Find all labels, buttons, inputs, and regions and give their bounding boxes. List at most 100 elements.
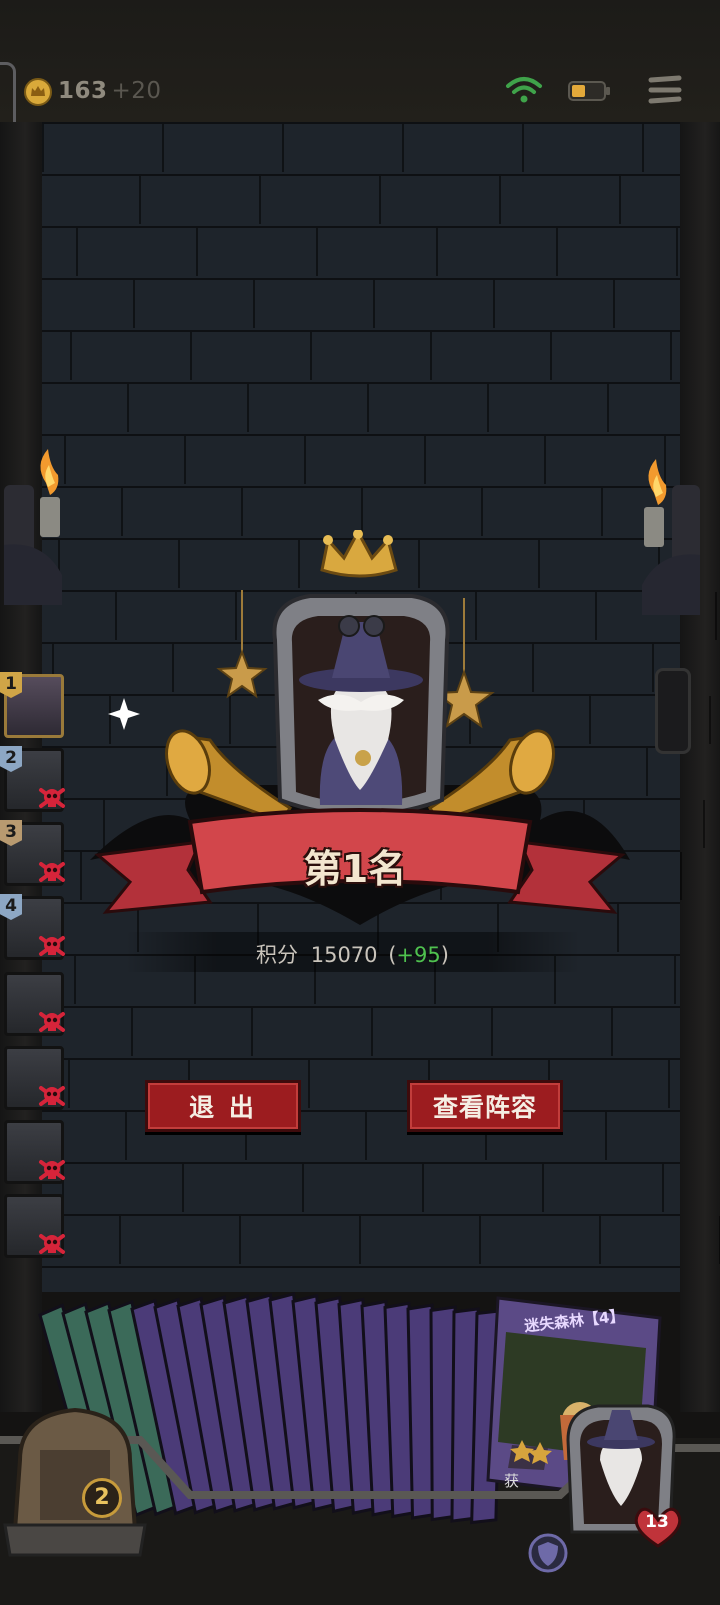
brick-joint (487, 384, 489, 432)
hero-hp-value: 13 (645, 1512, 669, 1532)
score-line: 积分 15070 (+95) (125, 939, 580, 969)
brick-joint (308, 1060, 310, 1108)
skull-icon (39, 862, 65, 882)
roster-entry[interactable] (0, 970, 68, 1038)
brick-joint (184, 436, 186, 484)
brick-joint (481, 488, 483, 536)
brick-joint (430, 332, 432, 380)
skull-icon (39, 1234, 65, 1254)
brick-joint (182, 1164, 184, 1212)
brick-joint (76, 228, 78, 276)
brick-joint (670, 332, 672, 380)
brick-joint (316, 228, 318, 276)
brick-joint (133, 280, 135, 328)
brick-joint (121, 488, 123, 536)
roster-entry[interactable] (0, 1044, 68, 1112)
brick-joint (674, 956, 676, 1004)
brick-joint (424, 436, 426, 484)
brick-joint (125, 1112, 127, 1160)
brick-joint (282, 124, 284, 172)
coin-counter: 163 +20 (58, 78, 162, 104)
brick-joint (373, 280, 375, 328)
brick-joint (64, 436, 66, 484)
crown-coin-icon (24, 78, 52, 106)
brick-joint (599, 1216, 601, 1264)
brick-joint (119, 1216, 121, 1264)
brick-joint (676, 228, 678, 276)
brick-joint (379, 176, 381, 224)
skull-icon (39, 936, 65, 956)
brick-joint (361, 488, 363, 536)
brick-joint (190, 332, 192, 380)
skull-icon (39, 1012, 65, 1032)
score-close-paren: ) (440, 943, 449, 967)
brick-joint (196, 228, 198, 276)
brick-joint (680, 852, 682, 900)
skull-icon (39, 1086, 65, 1106)
coin-bonus: +20 (111, 78, 162, 104)
skull-icon (39, 1160, 65, 1180)
deck-remaining-count: 2 (82, 1478, 122, 1518)
brick-joint (601, 488, 603, 536)
skull-icon (39, 788, 65, 808)
score-value: 15070 (310, 943, 378, 967)
brick-joint (241, 488, 243, 536)
wifi-icon (506, 77, 542, 103)
brick-joint (259, 176, 261, 224)
brick-joint (662, 1164, 664, 1212)
brick-joint (68, 1060, 70, 1108)
right-pillar (680, 122, 720, 1412)
brick-joint (522, 124, 524, 172)
coin-value: 163 (58, 78, 108, 104)
brick-joint (715, 592, 717, 640)
brick-joint (139, 176, 141, 224)
view-lineup-button[interactable]: 查看阵容 (407, 1080, 563, 1132)
brick-joint (550, 332, 552, 380)
battery-icon (568, 81, 610, 101)
score-label: 积分 (256, 943, 299, 967)
roster-entry[interactable] (0, 1192, 68, 1260)
score-delta: +95 (396, 943, 441, 967)
top-card-text: 获 (504, 1472, 520, 1490)
torch-icon (4, 449, 62, 605)
brick-joint (70, 332, 72, 380)
brick-joint (479, 1216, 481, 1264)
brick-joint (422, 1164, 424, 1212)
menu-icon[interactable] (648, 74, 682, 106)
brick-joint (302, 1164, 304, 1212)
side-latch (655, 668, 691, 754)
roster-entry[interactable]: 1 (0, 672, 68, 740)
brick-joint (668, 1060, 670, 1108)
brick-joint (605, 1112, 607, 1160)
brick-joint (251, 1008, 253, 1056)
brick-joint (74, 956, 76, 1004)
brick-joint (365, 1112, 367, 1160)
exit-button[interactable]: 退 出 (145, 1080, 301, 1132)
brick-joint (310, 332, 312, 380)
rank-title: 第1名 (303, 847, 407, 891)
brick-joint (359, 1216, 361, 1264)
roster-entry[interactable]: 3 (0, 820, 68, 888)
brick-joint (607, 384, 609, 432)
brick-joint (642, 124, 644, 172)
brick-joint (402, 124, 404, 172)
brick-joint (709, 696, 711, 744)
deck-chest[interactable] (3, 1407, 147, 1557)
brick-joint (304, 436, 306, 484)
roster-entry[interactable]: 4 (0, 894, 68, 962)
brick-joint (253, 280, 255, 328)
roster-entry[interactable] (0, 1118, 68, 1186)
brick-joint (652, 644, 654, 692)
brick-joint (239, 1216, 241, 1264)
roster-entry[interactable]: 2 (0, 746, 68, 814)
brick-joint (544, 436, 546, 484)
brick-joint (493, 280, 495, 328)
brick-joint (499, 176, 501, 224)
brick-joint (619, 176, 621, 224)
brick-joint (542, 1164, 544, 1212)
brick-joint (556, 228, 558, 276)
brick-joint (371, 1008, 373, 1056)
brick-joint (436, 228, 438, 276)
brick-joint (703, 800, 705, 848)
defense-shield-icon (528, 1533, 568, 1573)
